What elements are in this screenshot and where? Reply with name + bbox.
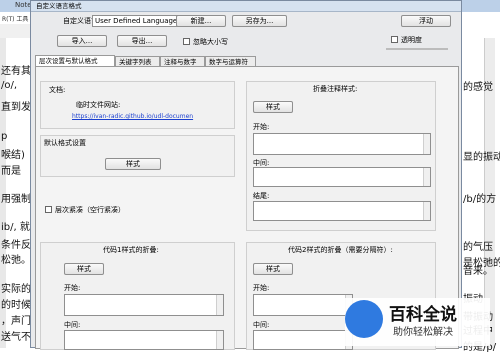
language-select-value: User Defined Language: [95, 17, 178, 25]
ignore-case-label: 忽略大小写: [193, 38, 228, 46]
transparency-checkbox[interactable]: [391, 36, 398, 43]
comment-middle-field[interactable]: [253, 167, 431, 187]
default-style-button[interactable]: 样式: [105, 158, 161, 170]
code1-open-label: 开始:: [64, 284, 81, 292]
tab-folding-default[interactable]: 层次设置与默认格式: [35, 55, 115, 66]
default-style-label: 默认格式设置: [44, 139, 86, 147]
comment-folding-group: 折叠注释样式: 样式 开始: 中间: 结尾:: [246, 81, 436, 231]
watermark-title: 百科全说: [389, 305, 457, 325]
code2-style-button[interactable]: 样式: [253, 263, 293, 275]
transparency-slider[interactable]: [386, 48, 448, 50]
background-text-line: 显的振动: [463, 152, 500, 163]
comment-folding-title: 折叠注释样式:: [313, 85, 358, 93]
comment-style-button[interactable]: 样式: [253, 101, 293, 113]
background-text-line: /o/,: [1, 80, 18, 91]
baike-logo-icon: [345, 300, 383, 338]
comment-middle-scrollbar[interactable]: [423, 168, 430, 186]
language-select[interactable]: User Defined Language▼: [92, 15, 186, 27]
code1-folding-group: 代码1样式的折叠: 样式 开始: 中间:: [40, 242, 235, 350]
import-button[interactable]: 导入...: [57, 35, 107, 47]
background-text-line: 实际的: [1, 284, 31, 295]
temp-site-label: 临时文件网站:: [76, 101, 121, 109]
user-defined-language-dialog: 自定义语言格式 自定义语言： User Defined Language▼ 新建…: [30, 0, 462, 350]
default-style-group: 默认格式设置 样式: [40, 135, 235, 177]
tab-keywords[interactable]: 关键字列表: [115, 56, 160, 66]
comment-open-scrollbar[interactable]: [423, 134, 430, 154]
code2-folding-title: 代码2样式的折叠（需要分隔符）:: [288, 246, 393, 254]
background-text-line: 音来。: [463, 266, 493, 277]
background-text-line: /b/的方: [463, 194, 497, 205]
float-button[interactable]: 浮动: [401, 15, 451, 27]
background-text-line: p: [1, 131, 8, 142]
dialog-title: 自定义语言格式: [31, 1, 461, 12]
background-text-line: 喉结): [1, 150, 25, 161]
code2-open-label: 开始:: [253, 284, 270, 292]
save-as-button[interactable]: 另存为...: [232, 15, 287, 27]
background-text-line: 用强制: [1, 194, 31, 205]
code1-open-field[interactable]: [64, 294, 224, 316]
tab-comments-numbers[interactable]: 注释与数字: [160, 56, 205, 66]
background-text-line: 送气不: [1, 332, 31, 343]
background-text-line: 直到发: [1, 102, 31, 113]
code2-middle-label: 中间:: [253, 321, 270, 329]
fold-compact-label: 层次紧凑（空行紧凑）: [55, 206, 125, 214]
transparency-label: 透明度: [401, 36, 422, 44]
background-text-line: 的感觉: [463, 82, 493, 93]
code1-style-button[interactable]: 样式: [64, 263, 104, 275]
export-button[interactable]: 导出...: [117, 35, 167, 47]
comment-open-label: 开始:: [253, 123, 270, 131]
background-text-line: 的时候: [1, 300, 31, 311]
documentation-link[interactable]: https://ivan-radic.github.io/udl-documen: [72, 113, 193, 120]
code1-open-scrollbar[interactable]: [216, 295, 223, 315]
code1-folding-title: 代码1样式的折叠:: [103, 246, 159, 254]
watermark-subtitle: 助你轻松解决: [393, 327, 453, 338]
background-text-line: 条件反: [1, 240, 31, 251]
new-button[interactable]: 新建...: [176, 15, 226, 27]
code1-middle-field[interactable]: [64, 330, 224, 350]
ignore-case-checkbox[interactable]: [183, 38, 190, 45]
tab-operators[interactable]: 数字与运算符: [205, 56, 256, 66]
fold-compact-checkbox[interactable]: [45, 206, 52, 213]
background-text-line: ，声门: [1, 316, 31, 327]
baike-watermark: 百科全说 助你轻松解决: [345, 298, 490, 346]
documents-group: 文档: 临时文件网站: https://ivan-radic.github.io…: [40, 81, 235, 129]
code2-middle-field[interactable]: [253, 330, 353, 350]
code1-middle-scrollbar[interactable]: [216, 331, 223, 349]
background-menu-fragment[interactable]: R(T) 工具: [2, 14, 28, 23]
comment-open-field[interactable]: [253, 133, 431, 155]
background-text-line: ib/, 就: [1, 222, 30, 233]
background-text-line: 还有其: [1, 66, 31, 77]
code1-middle-label: 中间:: [64, 321, 81, 329]
background-text-line: 而是: [1, 166, 21, 177]
code2-open-field[interactable]: [253, 294, 353, 316]
comment-close-scrollbar[interactable]: [423, 202, 430, 220]
comment-close-label: 结尾:: [253, 192, 270, 200]
background-text-line: 的气压: [463, 242, 493, 253]
comment-close-field[interactable]: [253, 201, 431, 221]
documents-label: 文档:: [49, 86, 66, 94]
